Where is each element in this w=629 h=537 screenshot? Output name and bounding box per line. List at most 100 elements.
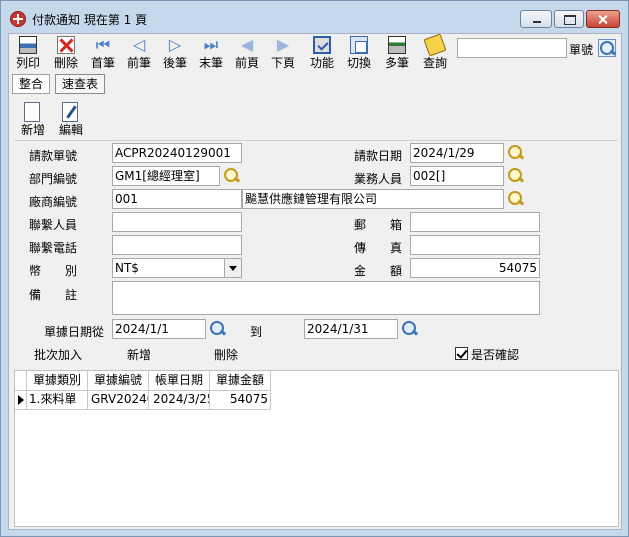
delete-icon xyxy=(57,36,75,54)
tab-integrated[interactable]: 整合 xyxy=(12,74,50,94)
app-icon xyxy=(10,11,26,27)
multi-record-button[interactable]: 多筆 xyxy=(379,34,415,74)
minimize-button[interactable] xyxy=(520,10,552,28)
multi-record-label: 多筆 xyxy=(384,56,409,70)
previous-page-label: 前頁 xyxy=(234,56,259,70)
first-record-button[interactable]: ⏮ 首筆 xyxy=(85,34,121,74)
request-date-lookup-icon[interactable] xyxy=(507,144,525,162)
last-record-icon: ⏭ xyxy=(203,35,219,54)
tab-quick-lookup[interactable]: 速查表 xyxy=(55,74,105,94)
amount-field[interactable]: 54075 xyxy=(410,258,540,278)
delete-button[interactable]: 刪除 xyxy=(48,34,84,74)
sales-lookup-icon[interactable] xyxy=(507,167,525,185)
close-button[interactable] xyxy=(586,10,620,28)
function-button[interactable]: 功能 xyxy=(304,34,340,74)
table-cell-date[interactable]: 2024/3/25 xyxy=(149,390,210,410)
email-field[interactable] xyxy=(410,212,540,232)
request-date-field[interactable]: 2024/1/29 xyxy=(410,143,504,163)
contact-field[interactable] xyxy=(112,212,242,232)
batch-add-button[interactable]: 批次加入 xyxy=(34,346,82,363)
column-header-date[interactable]: 帳單日期 xyxy=(149,371,210,391)
print-label: 列印 xyxy=(15,56,40,70)
date-from-picker-icon[interactable] xyxy=(209,320,227,338)
sales-label: 業務人員 xyxy=(354,172,403,186)
order-number-search-input[interactable] xyxy=(457,38,567,58)
switch-icon xyxy=(350,36,368,54)
multi-record-icon xyxy=(388,36,406,54)
switch-label: 切換 xyxy=(346,56,371,70)
delete-label: 刪除 xyxy=(53,56,78,70)
payment-form: 請款單號 ACPR20240129001 請款日期 2024/1/29 部門編號… xyxy=(14,140,618,364)
vendor-name-field[interactable]: 飈慧供應鏈管理有限公司 xyxy=(242,189,504,209)
vendor-lookup-icon[interactable] xyxy=(507,190,525,208)
document-grid: 單據類別 單據編號 帳單日期 單據金額 1.來料單 GRV202401 2024… xyxy=(14,370,619,527)
phone-field[interactable] xyxy=(112,235,242,255)
request-no-field[interactable]: ACPR20240129001 xyxy=(112,143,242,163)
edit-document-icon xyxy=(62,102,78,122)
confirmed-checkbox[interactable] xyxy=(455,347,468,360)
edit-label: 編輯 xyxy=(58,123,83,137)
remark-label: 備 註 xyxy=(29,288,78,302)
table-cell-no[interactable]: GRV202401 xyxy=(88,390,149,410)
app-window: 付款通知 現在第 1 頁 列印 刪除 ⏮ 首筆 ◁ 前筆 ▷ 後筆 ⏭ 末筆 ◀… xyxy=(0,0,629,537)
next-page-button[interactable]: ▶ 下頁 xyxy=(265,34,301,74)
previous-page-icon: ◀ xyxy=(240,35,254,54)
order-search-icon[interactable] xyxy=(598,39,616,57)
edit-record-button[interactable]: 編輯 xyxy=(55,100,87,140)
table-cell-type[interactable]: 1.來料單 xyxy=(27,390,88,410)
dept-label: 部門編號 xyxy=(29,172,78,186)
order-number-label: 單號 xyxy=(569,43,594,57)
last-record-label: 末筆 xyxy=(198,56,223,70)
row-header-corner xyxy=(15,371,27,391)
fax-label: 傳 真 xyxy=(354,241,403,255)
remark-field[interactable] xyxy=(112,281,540,315)
request-date-label: 請款日期 xyxy=(354,149,403,163)
client-area: 列印 刪除 ⏮ 首筆 ◁ 前筆 ▷ 後筆 ⏭ 末筆 ◀ 前頁 ▶ 下頁 功能 切… xyxy=(8,33,622,530)
contact-label: 聯繫人員 xyxy=(29,218,78,232)
currency-value: NT$ xyxy=(115,261,139,275)
currency-select[interactable]: NT$ xyxy=(112,258,242,278)
print-button[interactable]: 列印 xyxy=(10,34,46,74)
last-record-button[interactable]: ⏭ 末筆 xyxy=(193,34,229,74)
new-label: 新增 xyxy=(20,123,45,137)
print-icon xyxy=(19,36,37,54)
new-document-icon xyxy=(24,102,40,122)
table-cell-amount[interactable]: 54075 xyxy=(210,390,271,410)
query-button[interactable]: 查詢 xyxy=(417,33,453,74)
next-record-label: 後筆 xyxy=(162,56,187,70)
currency-label: 幣 別 xyxy=(29,264,78,278)
date-to-label: 到 xyxy=(250,325,263,339)
date-to-picker-icon[interactable] xyxy=(401,320,419,338)
chevron-down-icon[interactable] xyxy=(224,259,241,277)
function-icon xyxy=(313,36,331,54)
switch-button[interactable]: 切換 xyxy=(341,34,377,74)
confirmed-label: 是否確認 xyxy=(471,348,520,362)
row-selector[interactable] xyxy=(15,390,27,410)
dept-field[interactable]: GM1[總經理室] xyxy=(112,166,220,186)
new-record-button[interactable]: 新增 xyxy=(17,100,49,140)
previous-record-label: 前筆 xyxy=(126,56,151,70)
phone-label: 聯繫電話 xyxy=(29,241,78,255)
add-row-button[interactable]: 新增 xyxy=(127,346,151,363)
amount-label: 金 額 xyxy=(354,264,403,278)
column-header-no[interactable]: 單據編號 xyxy=(88,371,149,391)
vendor-code-field[interactable]: 001 xyxy=(112,189,242,209)
first-record-icon: ⏮ xyxy=(95,35,111,54)
title-bar[interactable]: 付款通知 現在第 1 頁 xyxy=(1,1,628,33)
dept-lookup-icon[interactable] xyxy=(223,167,241,185)
date-from-label: 單據日期從 xyxy=(44,325,105,339)
window-title: 付款通知 現在第 1 頁 xyxy=(32,13,148,27)
column-header-type[interactable]: 單據類別 xyxy=(27,371,88,391)
next-record-icon: ▷ xyxy=(168,35,182,54)
email-label: 郵 箱 xyxy=(354,218,403,232)
previous-record-button[interactable]: ◁ 前筆 xyxy=(121,34,157,74)
remove-row-button[interactable]: 刪除 xyxy=(214,346,238,363)
maximize-button[interactable] xyxy=(554,10,584,28)
sales-field[interactable]: 002[] xyxy=(410,166,504,186)
date-to-field[interactable]: 2024/1/31 xyxy=(304,319,398,339)
column-header-amount[interactable]: 單據金額 xyxy=(210,371,271,391)
next-record-button[interactable]: ▷ 後筆 xyxy=(157,34,193,74)
previous-page-button[interactable]: ◀ 前頁 xyxy=(229,34,265,74)
fax-field[interactable] xyxy=(410,235,540,255)
date-from-field[interactable]: 2024/1/1 xyxy=(112,319,206,339)
